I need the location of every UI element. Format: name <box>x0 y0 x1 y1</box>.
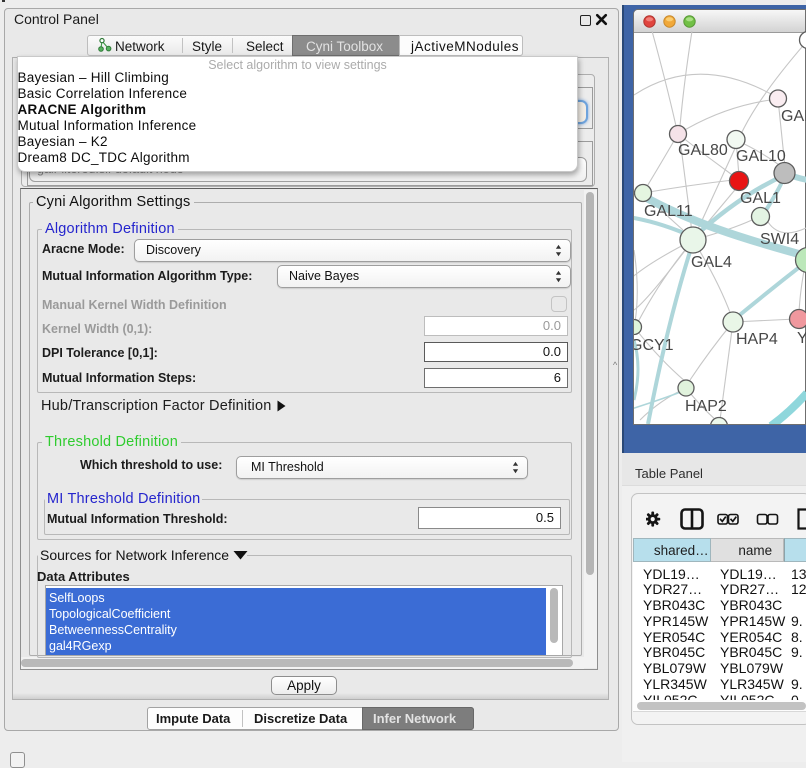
svg-text:GAL10: GAL10 <box>736 148 786 165</box>
svg-text:GAL4: GAL4 <box>691 254 732 271</box>
svg-text:HAP2: HAP2 <box>685 398 727 415</box>
svg-text:SWI4: SWI4 <box>760 231 799 248</box>
svg-text:GAL80: GAL80 <box>678 142 728 159</box>
svg-text:GCY1: GCY1 <box>634 337 674 354</box>
svg-text:GAL11: GAL11 <box>644 203 693 220</box>
svg-text:GAL1: GAL1 <box>740 190 781 207</box>
svg-text:HAP4: HAP4 <box>736 331 778 348</box>
svg-text:GAL2: GAL2 <box>781 108 806 125</box>
svg-text:YD: YD <box>797 330 806 347</box>
